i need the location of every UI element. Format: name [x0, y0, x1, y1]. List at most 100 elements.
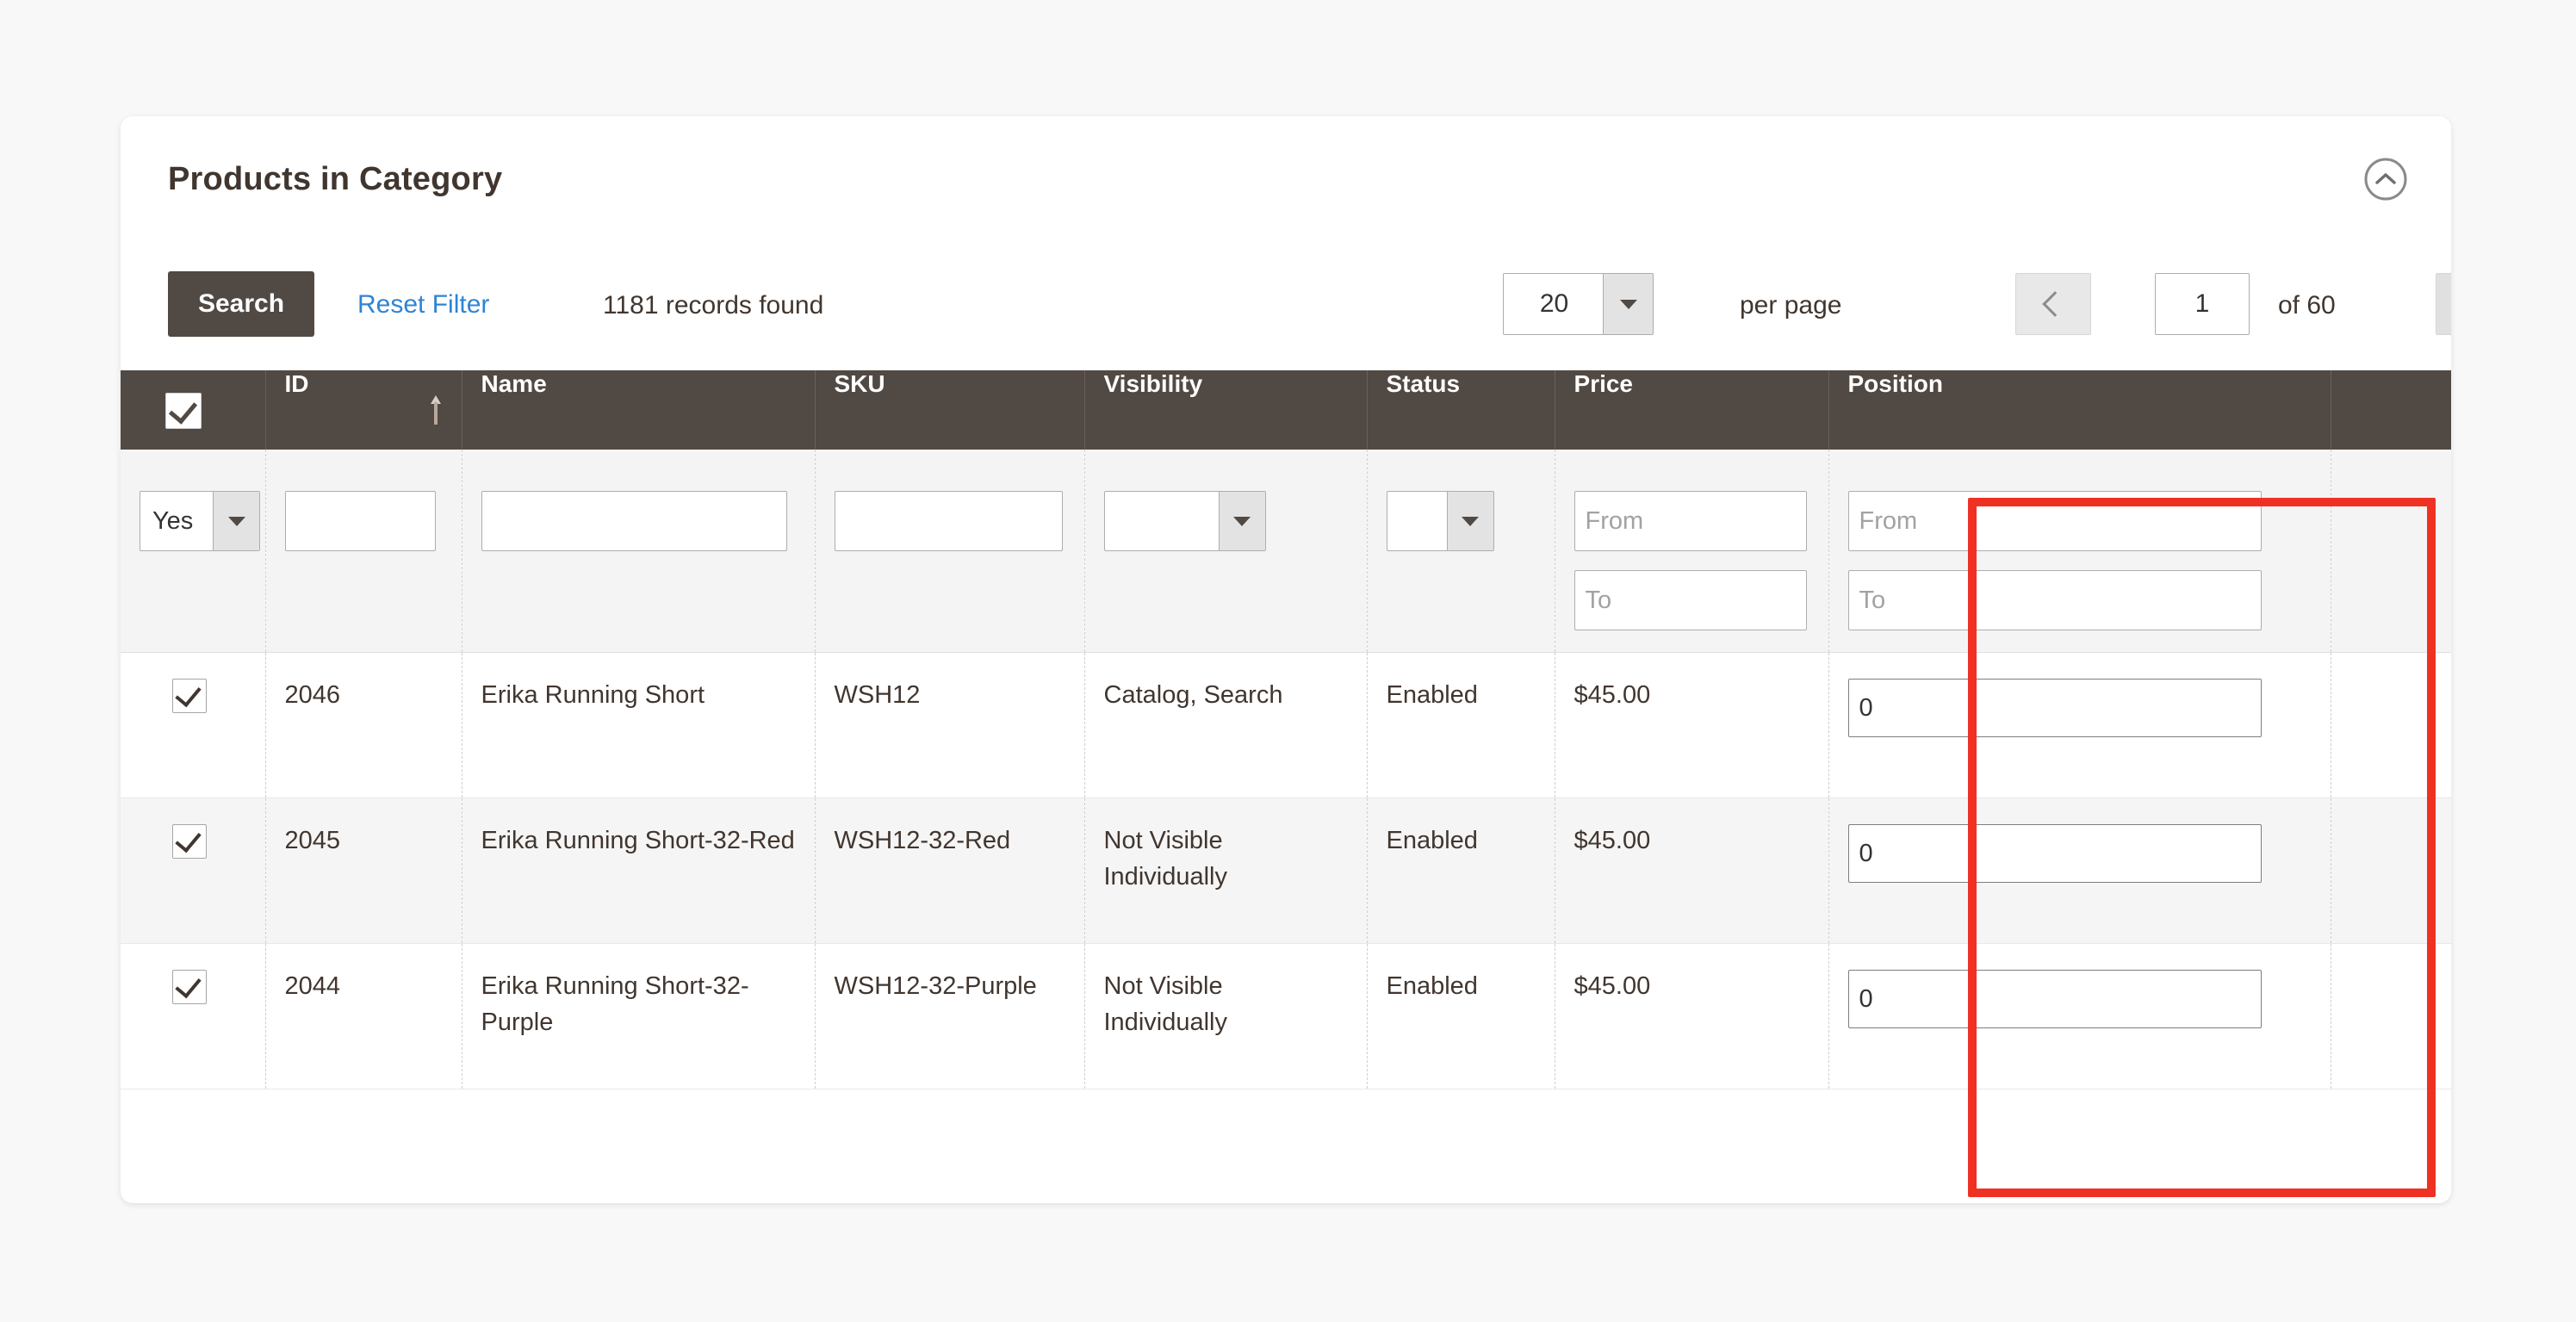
- chevron-down-icon: [213, 492, 259, 550]
- position-to-input[interactable]: [1847, 570, 2262, 630]
- filter-cell-status: [1367, 450, 1555, 653]
- row-select-cell[interactable]: [121, 798, 266, 944]
- row-price-text: $45.00: [1574, 827, 1651, 854]
- card-header: Products in Category: [121, 116, 2451, 245]
- table-header: ID Name SKU Visibility Status Price Posi…: [121, 370, 2451, 450]
- position-from-input[interactable]: [1847, 491, 2262, 551]
- row-id-text: 2044: [284, 972, 341, 1000]
- products-in-category-card: Products in Category Search Reset Filter…: [121, 116, 2451, 1203]
- row-name-cell: Erika Running Short-32-Red: [462, 798, 816, 944]
- row-sku-text: WSH12-32-Red: [834, 827, 1011, 854]
- visibility-filter-select[interactable]: [1103, 491, 1266, 551]
- column-header-id[interactable]: ID: [265, 370, 462, 450]
- column-header-position-label: Position: [1847, 370, 1943, 397]
- filter-cell-spacer: [2331, 450, 2451, 653]
- price-from-input[interactable]: [1574, 491, 1807, 551]
- row-spacer-cell: [2331, 943, 2451, 1089]
- filter-cell-sku: [815, 450, 1085, 653]
- filter-cell-price: [1555, 450, 1829, 653]
- row-spacer-cell: [2331, 798, 2451, 944]
- row-position-cell[interactable]: [1828, 652, 2331, 798]
- row-visibility-text: Not Visible Individually: [1103, 972, 1227, 1037]
- column-header-price-label: Price: [1574, 370, 1634, 397]
- row-visibility-cell: Not Visible Individually: [1084, 798, 1368, 944]
- column-header-status[interactable]: Status: [1367, 370, 1555, 450]
- per-page-select[interactable]: 20: [1503, 273, 1654, 335]
- filter-cell-position: [1828, 450, 2331, 653]
- row-name-text: Erika Running Short-32-Red: [481, 827, 795, 854]
- row-visibility-cell: Catalog, Search: [1084, 652, 1368, 798]
- chevron-up-circle-icon[interactable]: [2362, 155, 2410, 203]
- row-select-cell[interactable]: [121, 943, 266, 1089]
- row-sku-cell: WSH12-32-Red: [815, 798, 1085, 944]
- sku-filter-input[interactable]: [834, 491, 1063, 551]
- row-price-cell: $45.00: [1555, 652, 1829, 798]
- position-input[interactable]: [1847, 824, 2262, 883]
- table-header-row: ID Name SKU Visibility Status Price Posi…: [121, 370, 2451, 450]
- chevron-left-icon: [2042, 291, 2068, 317]
- row-status-text: Enabled: [1386, 681, 1478, 709]
- filter-row: Yes: [121, 450, 2451, 653]
- position-input[interactable]: [1847, 970, 2262, 1028]
- column-header-visibility[interactable]: Visibility: [1084, 370, 1368, 450]
- row-status-text: Enabled: [1386, 972, 1478, 1000]
- table-row[interactable]: 2046 Erika Running Short WSH12 Catalog, …: [121, 652, 2451, 798]
- grid-toolbar: Search Reset Filter 1181 records found 2…: [121, 245, 2451, 366]
- row-select-cell[interactable]: [121, 652, 266, 798]
- row-name-text: Erika Running Short-32-Purple: [481, 972, 749, 1037]
- per-page-label: per page: [1740, 291, 1842, 320]
- row-status-text: Enabled: [1386, 827, 1478, 854]
- column-header-status-label: Status: [1386, 370, 1461, 397]
- row-status-cell: Enabled: [1367, 943, 1555, 1089]
- row-status-cell: Enabled: [1367, 798, 1555, 944]
- name-filter-input[interactable]: [481, 491, 787, 551]
- in-category-filter-select[interactable]: Yes: [140, 491, 260, 551]
- status-filter-select[interactable]: [1386, 491, 1494, 551]
- row-sku-text: WSH12-32-Purple: [834, 972, 1037, 1000]
- column-header-position[interactable]: Position: [1828, 370, 2331, 450]
- row-id-cell: 2044: [265, 943, 462, 1089]
- row-sku-cell: WSH12-32-Purple: [815, 943, 1085, 1089]
- row-id-text: 2046: [284, 681, 341, 709]
- row-price-cell: $45.00: [1555, 798, 1829, 944]
- row-name-text: Erika Running Short: [481, 681, 705, 709]
- row-status-cell: Enabled: [1367, 652, 1555, 798]
- column-header-price[interactable]: Price: [1555, 370, 1829, 450]
- column-header-sku[interactable]: SKU: [815, 370, 1085, 450]
- row-visibility-text: Catalog, Search: [1103, 681, 1283, 709]
- table-row[interactable]: 2045 Erika Running Short-32-Red WSH12-32…: [121, 798, 2451, 944]
- row-position-cell[interactable]: [1828, 798, 2331, 944]
- row-position-cell[interactable]: [1828, 943, 2331, 1089]
- filter-cell-visibility: [1084, 450, 1368, 653]
- row-name-cell: Erika Running Short-32-Purple: [462, 943, 816, 1089]
- select-all-checkbox[interactable]: [165, 393, 202, 429]
- column-header-select-all[interactable]: [121, 370, 266, 450]
- row-checkbox[interactable]: [172, 679, 207, 713]
- page-root: Products in Category Search Reset Filter…: [0, 0, 2576, 1322]
- page-number-input[interactable]: [2155, 273, 2250, 335]
- column-header-id-label: ID: [284, 370, 309, 397]
- total-pages-label: of 60: [2278, 291, 2336, 320]
- position-input[interactable]: [1847, 679, 2262, 737]
- id-filter-input[interactable]: [284, 491, 436, 551]
- chevron-down-icon: [1218, 492, 1265, 550]
- row-visibility-cell: Not Visible Individually: [1084, 943, 1368, 1089]
- previous-page-button[interactable]: [2015, 273, 2091, 335]
- next-page-button[interactable]: [2436, 273, 2451, 335]
- sort-ascending-icon: [430, 395, 441, 425]
- price-to-input[interactable]: [1574, 570, 1807, 630]
- row-checkbox[interactable]: [172, 970, 207, 1004]
- row-checkbox[interactable]: [172, 824, 207, 859]
- row-price-cell: $45.00: [1555, 943, 1829, 1089]
- table-row[interactable]: 2044 Erika Running Short-32-Purple WSH12…: [121, 943, 2451, 1089]
- row-sku-text: WSH12: [834, 681, 921, 709]
- page-title: Products in Category: [168, 161, 503, 197]
- products-grid: ID Name SKU Visibility Status Price Posi…: [121, 370, 2451, 1089]
- row-sku-cell: WSH12: [815, 652, 1085, 798]
- row-spacer-cell: [2331, 652, 2451, 798]
- in-category-filter-value: Yes: [152, 507, 194, 535]
- reset-filter-link[interactable]: Reset Filter: [357, 290, 489, 320]
- search-button[interactable]: Search: [168, 271, 314, 337]
- column-header-spacer: [2331, 370, 2451, 450]
- column-header-name[interactable]: Name: [462, 370, 816, 450]
